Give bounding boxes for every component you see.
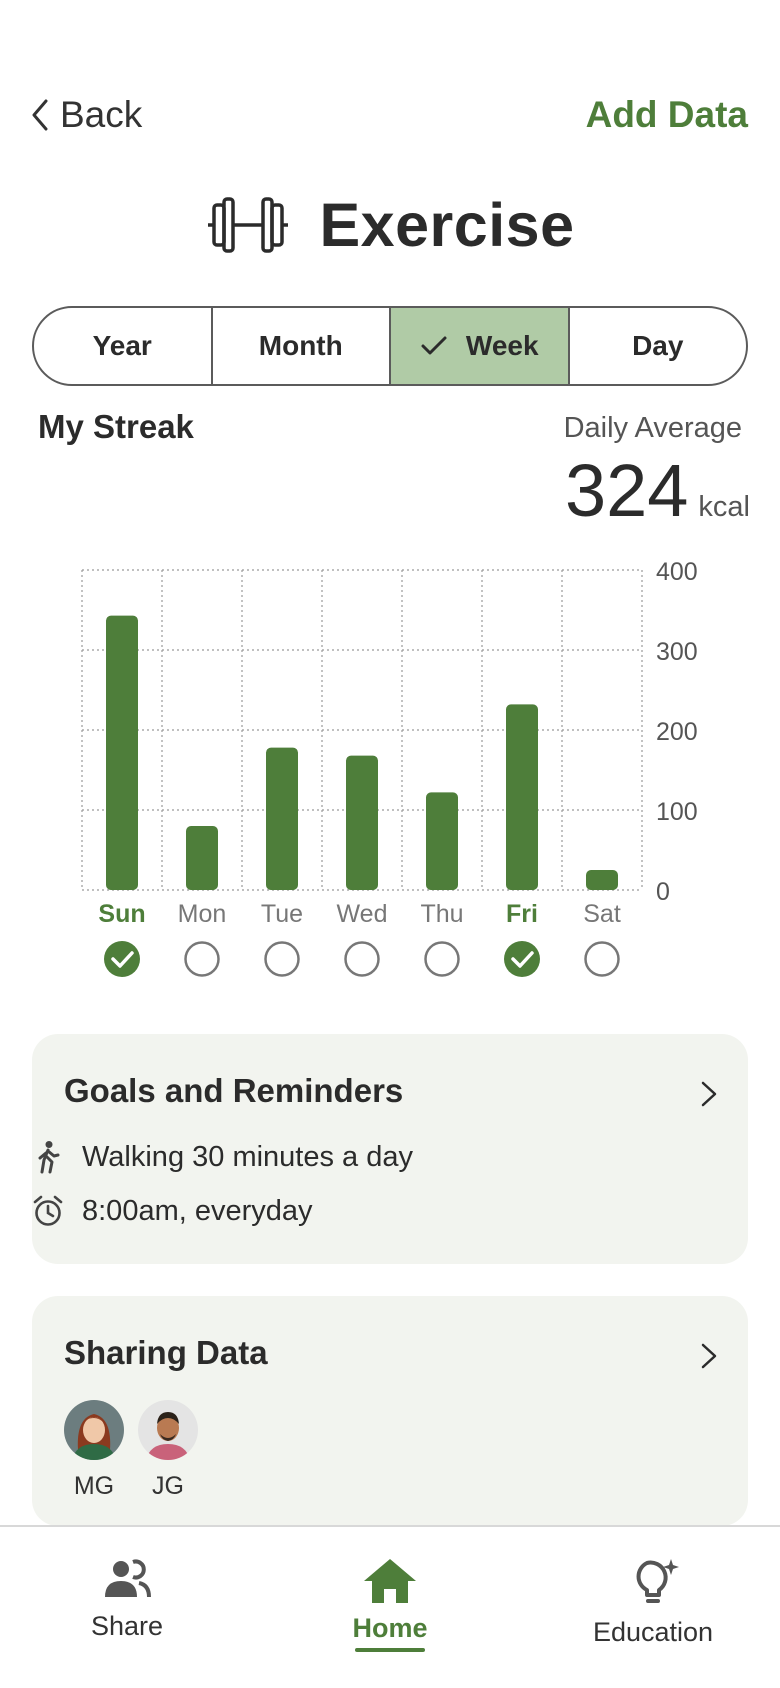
daily-average-unit: kcal (698, 491, 750, 523)
streak-label: My Streak (38, 408, 194, 445)
day-label-tue: Tue (261, 900, 303, 928)
chevron-right-icon[interactable] (700, 1342, 718, 1370)
y-tick-label: 200 (656, 718, 698, 746)
nav-home[interactable]: Home (290, 1557, 490, 1652)
avatar (138, 1400, 198, 1460)
day-label-sun: Sun (98, 900, 145, 928)
streak-check-icon (104, 941, 140, 977)
back-label: Back (60, 94, 143, 135)
day-label-wed: Wed (337, 900, 388, 928)
nav-education-label: Education (592, 1617, 714, 1647)
y-tick-label: 100 (656, 798, 698, 826)
segment-year-label: Year (92, 330, 152, 361)
home-icon (364, 1559, 416, 1603)
segment-month[interactable]: Month (213, 308, 391, 384)
alarm-clock-icon (33, 1195, 63, 1226)
bar-tue (266, 747, 298, 890)
daily-average-number: 324 (564, 449, 689, 532)
streak-check-icon (504, 941, 540, 977)
page-title: Exercise (319, 191, 575, 259)
bar-mon (186, 826, 218, 890)
segment-day-label: Day (632, 330, 684, 361)
streak-empty-icon (344, 941, 380, 977)
streak-empty-icon (424, 941, 460, 977)
nav-education[interactable]: Education (553, 1557, 753, 1648)
page-title-row: Exercise (0, 185, 780, 265)
y-tick-label: 400 (656, 558, 698, 586)
bar-sat (586, 870, 618, 890)
avatar-initials: JG (152, 1472, 184, 1500)
goal-text: Walking 30 minutes a day (82, 1140, 413, 1173)
streak-empty-icon (184, 941, 220, 977)
segment-day[interactable]: Day (570, 308, 747, 384)
day-label-thu: Thu (420, 900, 463, 928)
bottom-navigation: Share Home Education (0, 1525, 780, 1688)
bar-sun (106, 615, 138, 890)
avatar-mg[interactable]: MG (64, 1400, 124, 1501)
avatar-photo-jg (138, 1400, 198, 1460)
day-label-fri: Fri (506, 900, 538, 928)
day-label-sat: Sat (583, 900, 621, 928)
add-data-button[interactable]: Add Data (586, 90, 748, 140)
y-tick-label: 300 (656, 638, 698, 666)
bar-fri (506, 704, 538, 890)
chevron-left-icon (32, 99, 48, 131)
active-indicator (355, 1648, 425, 1652)
segment-year[interactable]: Year (34, 308, 213, 384)
nav-share[interactable]: Share (27, 1557, 227, 1642)
avatar-initials: MG (73, 1472, 115, 1500)
people-icon (105, 1559, 151, 1598)
reminder-item: 8:00am, everyday (32, 1194, 313, 1228)
goals-title: Goals and Reminders (64, 1072, 404, 1109)
avatar (64, 1400, 124, 1460)
daily-average-label: Daily Average (563, 412, 742, 444)
y-tick-label: 0 (656, 878, 670, 906)
checkmark-icon (421, 336, 447, 355)
back-button[interactable]: Back (30, 90, 142, 140)
daily-average-value: 324 kcal (565, 448, 750, 533)
nav-home-label: Home (352, 1613, 428, 1643)
avatar-photo-mg (64, 1400, 124, 1460)
lightbulb-icon (636, 1559, 679, 1603)
bar-thu (426, 792, 458, 890)
chevron-right-icon[interactable] (700, 1080, 718, 1108)
avatar-jg[interactable]: JG (138, 1400, 198, 1501)
bar-wed (346, 755, 378, 890)
sharing-title: Sharing Data (64, 1334, 268, 1371)
nav-share-label: Share (90, 1611, 164, 1641)
segment-week-label: Week (465, 330, 539, 361)
weekly-calories-chart: 0 100 200 300 400 Sun Mon Tue Wed Thu Fri Sat (81, 558, 698, 977)
segment-month-label: Month (258, 330, 343, 361)
goal-item: Walking 30 minutes a day (32, 1140, 413, 1174)
reminder-text: 8:00am, everyday (82, 1194, 313, 1227)
day-label-mon: Mon (178, 900, 227, 928)
walking-icon (38, 1141, 60, 1174)
streak-empty-icon (264, 941, 300, 977)
dumbbell-icon (207, 197, 288, 253)
streak-empty-icon (584, 941, 620, 977)
shared-people: MG JG (64, 1400, 212, 1501)
segment-week[interactable]: Week (391, 308, 570, 384)
period-segmented-control: Year Month Week Day (32, 306, 748, 386)
